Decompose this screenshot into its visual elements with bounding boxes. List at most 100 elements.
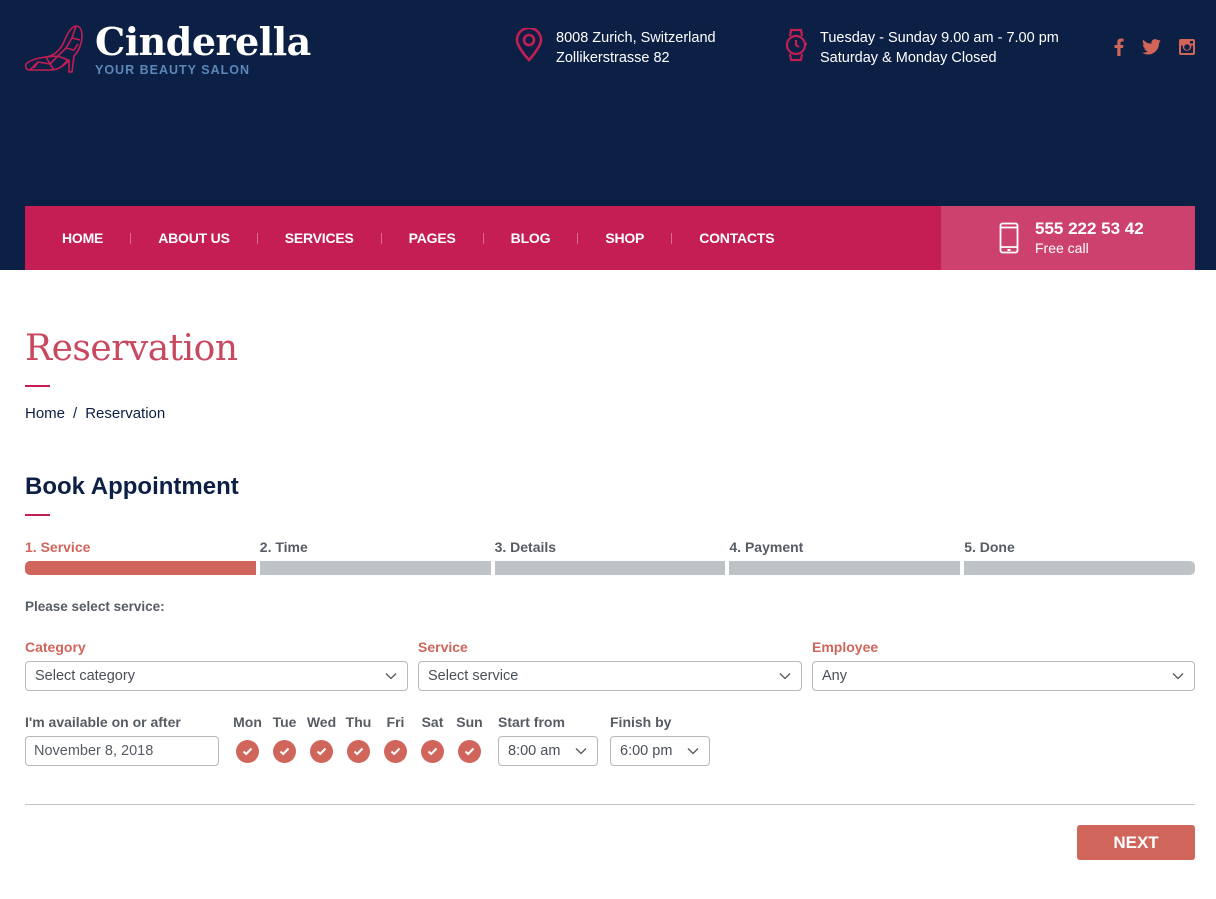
day-checkbox[interactable] [273, 740, 296, 763]
day-label: Wed [306, 714, 337, 730]
logo[interactable]: Cinderella YOUR BEAUTY SALON [24, 22, 311, 77]
phone-label: Free call [1035, 239, 1089, 256]
hours-line-1: Tuesday - Sunday 9.00 am - 7.00 pm [820, 30, 1059, 46]
weekday-selector: Mon Tue Wed Thu Fri Sat Sun [229, 714, 488, 763]
nav-item-services[interactable]: SERVICES [285, 230, 354, 246]
breadcrumb-separator: / [73, 405, 78, 422]
day-checkbox[interactable] [310, 740, 333, 763]
step-details: 3. Details [494, 539, 726, 575]
service-field: Service Select service [418, 639, 802, 691]
breadcrumb-current: Reservation [85, 405, 166, 422]
instagram-icon[interactable] [1179, 39, 1195, 55]
employee-label: Employee [812, 639, 879, 655]
day-label: Thu [345, 714, 372, 730]
category-label: Category [25, 639, 86, 655]
availability-field: I'm available on or after [25, 714, 219, 766]
step-bar [964, 561, 1195, 575]
employee-value: Any [822, 668, 847, 684]
watch-icon [785, 28, 807, 62]
check-icon [390, 747, 401, 756]
day-label: Sat [421, 714, 444, 730]
check-icon [353, 747, 364, 756]
day-checkbox[interactable] [236, 740, 259, 763]
day-checkbox[interactable] [347, 740, 370, 763]
service-value: Select service [428, 668, 519, 684]
day-label: Tue [272, 714, 297, 730]
chevron-down-icon [1172, 673, 1184, 680]
service-label: Service [418, 639, 468, 655]
brand-subtitle: YOUR BEAUTY SALON [95, 63, 250, 77]
check-icon [427, 747, 438, 756]
glass-slipper-icon [24, 25, 83, 73]
booking-title-underline [25, 514, 50, 516]
day-wed: Wed [303, 714, 340, 763]
day-tue: Tue [266, 714, 303, 763]
check-icon [279, 747, 290, 756]
start-from-select[interactable]: 8:00 am [498, 736, 598, 766]
phone-number: 555 222 53 42 [1035, 218, 1144, 238]
step-service: 1. Service [25, 539, 256, 575]
breadcrumb-home[interactable]: Home [25, 405, 65, 422]
step-time: 2. Time [259, 539, 491, 575]
breadcrumb: Home / Reservation [25, 405, 165, 422]
main-nav: HOME ABOUT US SERVICES PAGES BLOG SHOP C… [25, 206, 1195, 270]
day-sat: Sat [414, 714, 451, 763]
next-button[interactable]: NEXT [1077, 825, 1195, 860]
step-label: 4. Payment [729, 539, 804, 555]
map-pin-icon [515, 28, 543, 62]
facebook-icon[interactable] [1114, 38, 1124, 56]
start-from-field: Start from 8:00 am [498, 714, 598, 766]
phone-callout[interactable]: 555 222 53 42 Free call [941, 206, 1195, 270]
nav-separator [130, 232, 132, 244]
twitter-icon[interactable] [1142, 39, 1161, 55]
nav-item-blog[interactable]: BLOG [511, 230, 551, 246]
booking-title: Book Appointment [25, 473, 239, 500]
nav-menu: HOME ABOUT US SERVICES PAGES BLOG SHOP C… [25, 206, 775, 270]
finish-by-select[interactable]: 6:00 pm [610, 736, 710, 766]
mobile-phone-icon [999, 222, 1019, 254]
address-line-2: Zollikerstrasse 82 [556, 50, 670, 66]
day-checkbox[interactable] [384, 740, 407, 763]
nav-separator [671, 232, 673, 244]
category-field: Category Select category [25, 639, 408, 691]
employee-field: Employee Any [812, 639, 1195, 691]
service-select[interactable]: Select service [418, 661, 802, 691]
employee-select[interactable]: Any [812, 661, 1195, 691]
chevron-down-icon [385, 673, 397, 680]
day-fri: Fri [377, 714, 414, 763]
category-select[interactable]: Select category [25, 661, 408, 691]
start-from-value: 8:00 am [508, 743, 561, 759]
nav-item-contacts[interactable]: CONTACTS [699, 230, 774, 246]
availability-date-input[interactable] [25, 736, 219, 766]
day-label: Fri [386, 714, 405, 730]
availability-label: I'm available on or after [25, 714, 181, 730]
hours-line-2: Saturday & Monday Closed [820, 50, 997, 66]
page-title: Reservation [25, 328, 238, 369]
nav-item-about-us[interactable]: ABOUT US [158, 230, 230, 246]
day-label: Mon [233, 714, 262, 730]
brand-title: Cinderella [95, 19, 311, 64]
day-label: Sun [456, 714, 483, 730]
site-header: Cinderella YOUR BEAUTY SALON 8008 Zurich… [0, 0, 1216, 270]
day-sun: Sun [451, 714, 488, 763]
finish-by-value: 6:00 pm [620, 743, 673, 759]
day-thu: Thu [340, 714, 377, 763]
service-prompt: Please select service: [25, 599, 165, 614]
social-links [1114, 38, 1195, 56]
check-icon [242, 747, 253, 756]
step-bar [25, 561, 256, 575]
title-underline [25, 385, 50, 387]
check-icon [316, 747, 327, 756]
chevron-down-icon [779, 673, 791, 680]
nav-item-home[interactable]: HOME [62, 230, 103, 246]
day-checkbox[interactable] [458, 740, 481, 763]
nav-item-shop[interactable]: SHOP [605, 230, 644, 246]
address-line-1: 8008 Zurich, Switzerland [556, 30, 716, 46]
step-label: 5. Done [964, 539, 1015, 555]
nav-item-pages[interactable]: PAGES [409, 230, 456, 246]
step-label: 3. Details [494, 539, 557, 555]
day-checkbox[interactable] [421, 740, 444, 763]
nav-separator [482, 232, 484, 244]
step-label: 1. Service [25, 539, 91, 555]
address-block: 8008 Zurich, Switzerland Zollikerstrasse… [514, 28, 716, 68]
